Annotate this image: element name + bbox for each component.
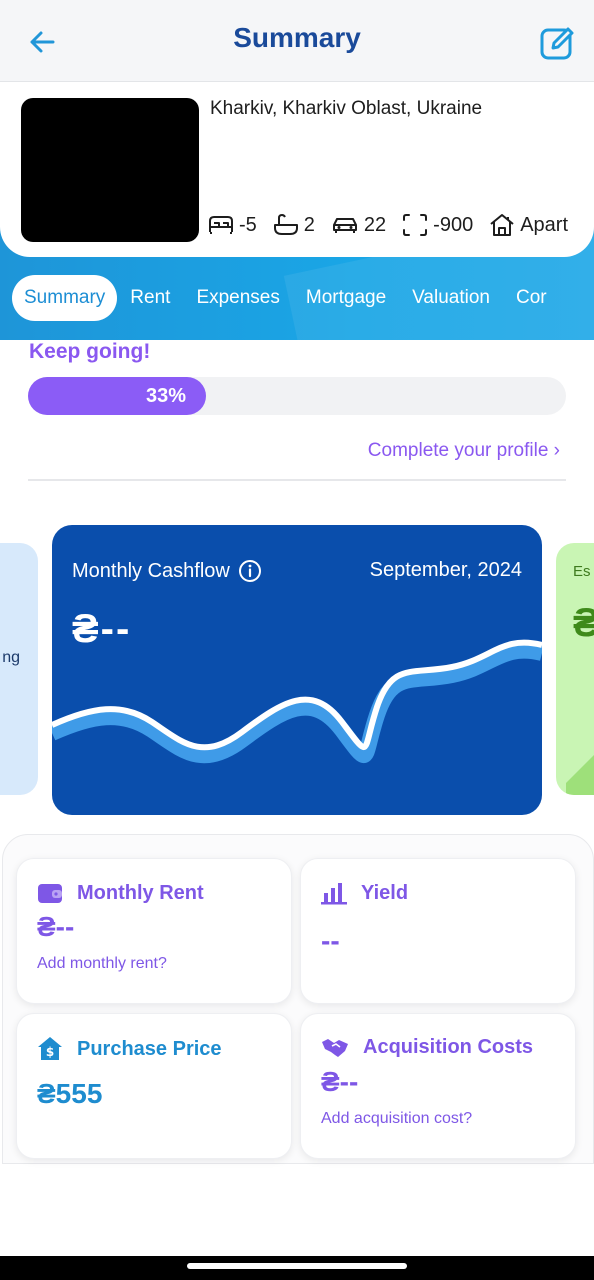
acquisition-costs-value: ₴--: [321, 1066, 359, 1097]
parking-attr: 22: [331, 214, 386, 237]
progress-label: Keep going!: [29, 340, 151, 363]
monthly-rent-title: Monthly Rent: [77, 881, 204, 904]
monthly-cashflow-card[interactable]: Monthly Cashflow September, 2024 ₴--: [52, 525, 542, 815]
property-location: Kharkiv, Kharkiv Oblast, Ukraine: [210, 98, 483, 119]
acquisition-costs-header: Acquisition Costs: [321, 1036, 533, 1059]
add-monthly-rent-link[interactable]: Add monthly rent?: [37, 955, 167, 973]
top-bar: Summary: [0, 0, 594, 82]
yield-header: Yield: [321, 881, 408, 905]
house-dollar-icon: $: [38, 1037, 62, 1060]
purchase-price-value: ₴555: [37, 1078, 103, 1109]
tab-cor[interactable]: Cor: [503, 275, 560, 321]
tab-expenses[interactable]: Expenses: [183, 275, 292, 321]
yield-value: --: [321, 925, 340, 956]
property-type-attr: Apart: [489, 213, 568, 237]
bedrooms-attr: -5: [208, 214, 257, 237]
bedrooms-value: -5: [239, 213, 257, 236]
bathtub-icon: [273, 214, 298, 235]
acquisition-costs-title: Acquisition Costs: [363, 1036, 534, 1058]
tab-summary[interactable]: Summary: [12, 275, 118, 321]
next-card-decoration: [566, 755, 594, 795]
bar-chart-icon: [321, 883, 347, 905]
property-type-value: Apart: [520, 213, 569, 236]
complete-profile-link[interactable]: Complete your profile ›: [368, 440, 560, 462]
page-title: Summary: [233, 22, 361, 53]
add-acquisition-cost-link[interactable]: Add acquisition cost?: [321, 1110, 472, 1128]
tab-rent[interactable]: Rent: [117, 275, 183, 321]
handshake-icon: [322, 1038, 348, 1057]
yield-title: Yield: [361, 881, 409, 904]
divider: [28, 479, 566, 481]
property-attributes: -5 2 22 -900 Apart: [208, 213, 584, 237]
parking-value: 22: [363, 213, 387, 236]
bathrooms-value: 2: [303, 213, 315, 236]
area-icon: [403, 214, 428, 236]
property-image: [21, 98, 199, 242]
purchase-price-title: Purchase Price: [77, 1037, 222, 1060]
monthly-rent-value: ₴--: [37, 911, 75, 942]
area-attr: -900: [402, 213, 473, 237]
home-icon: [490, 214, 514, 236]
progress-percent: 33%: [145, 384, 186, 407]
car-icon: [332, 218, 357, 233]
bathrooms-attr: 2: [273, 213, 315, 237]
cashflow-wave-decoration: [52, 639, 542, 764]
purchase-price-card[interactable]: $ Purchase Price ₴555: [16, 1013, 292, 1159]
edit-button[interactable]: [536, 22, 580, 64]
edit-square-icon: [540, 27, 574, 60]
progress-fill: 33%: [28, 377, 206, 415]
tab-mortgage[interactable]: Mortgage: [293, 275, 399, 321]
tab-bar: Summary Rent Expenses Mortgage Valuation…: [12, 275, 560, 321]
bed-icon: [209, 216, 233, 234]
monthly-rent-card[interactable]: Monthly Rent ₴-- Add monthly rent?: [16, 858, 292, 1004]
yield-card[interactable]: Yield --: [300, 858, 576, 1004]
carousel-card-next[interactable]: Es ₴: [556, 543, 594, 795]
acquisition-costs-card[interactable]: Acquisition Costs ₴-- Add acquisition co…: [300, 1013, 576, 1159]
profile-progress-bar: 33%: [28, 377, 566, 415]
property-card[interactable]: Kharkiv, Kharkiv Oblast, Ukraine -5 2 22…: [0, 83, 594, 257]
home-indicator[interactable]: [187, 1263, 407, 1269]
svg-text:$: $: [46, 1045, 54, 1059]
area-value: -900: [433, 213, 474, 236]
previous-card-text: ng: [2, 649, 20, 666]
summary-screen: Summary Kharkiv, Kharkiv Oblast, Ukraine…: [0, 0, 594, 1280]
tab-valuation[interactable]: Valuation: [399, 275, 503, 321]
carousel-card-previous[interactable]: ng: [0, 543, 38, 795]
wallet-icon: [38, 884, 62, 903]
purchase-price-header: $ Purchase Price: [37, 1036, 222, 1062]
monthly-rent-header: Monthly Rent: [37, 881, 204, 905]
